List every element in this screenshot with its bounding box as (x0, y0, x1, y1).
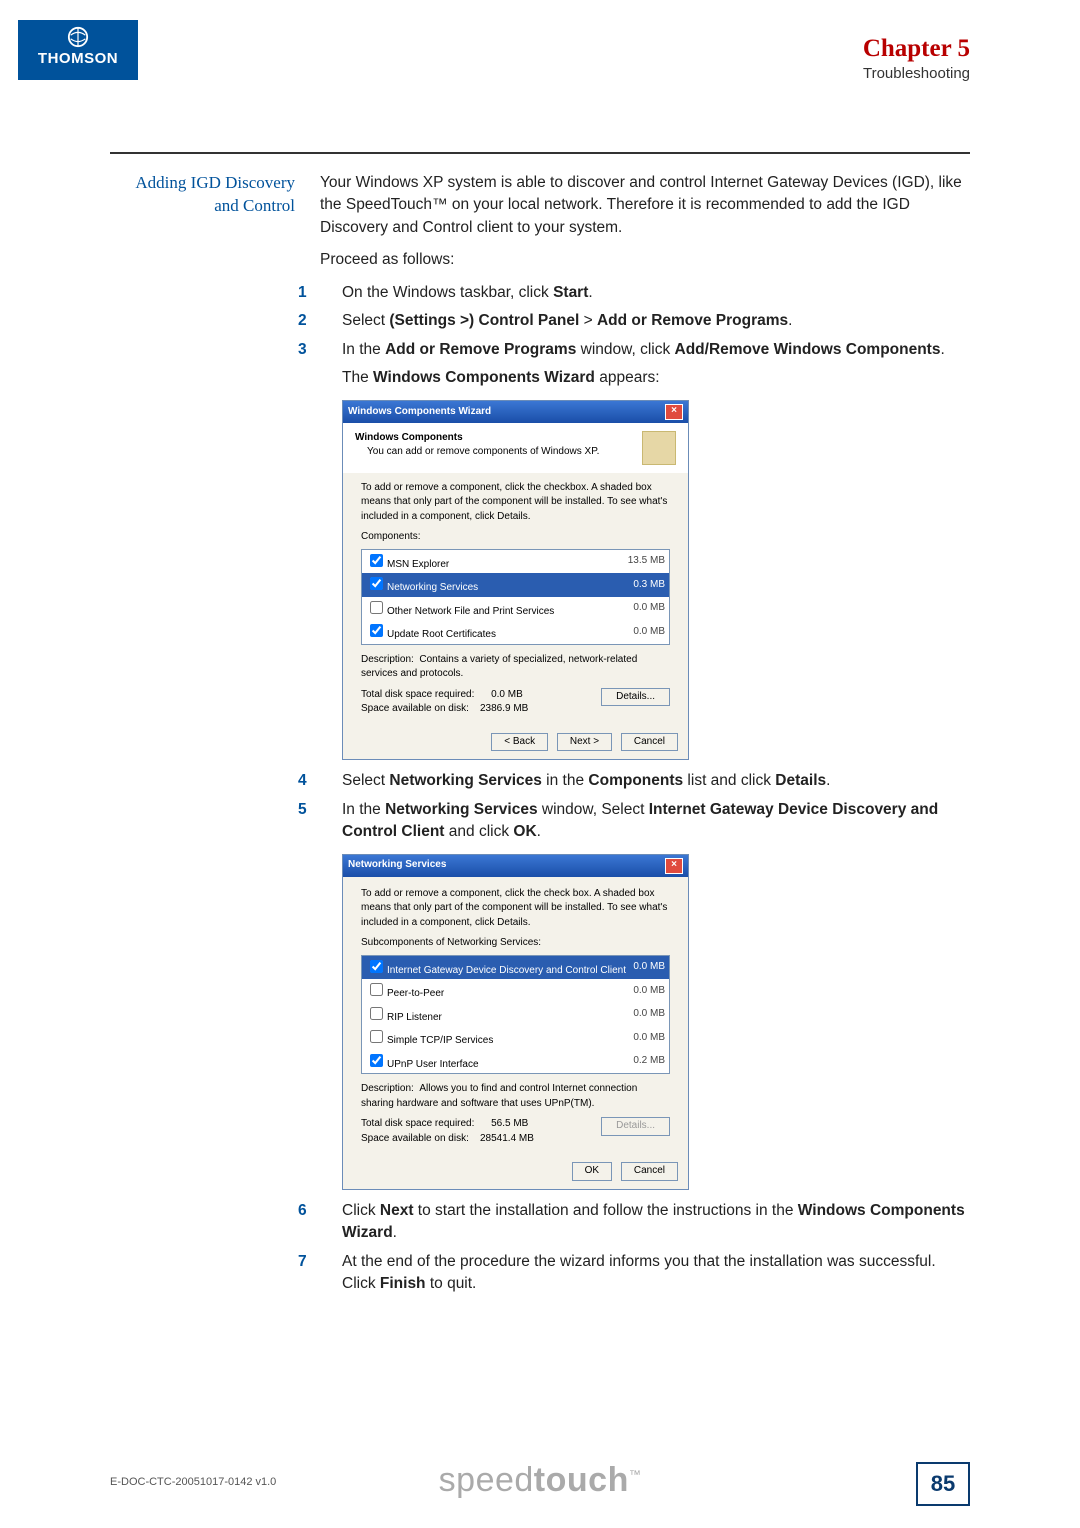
back-button[interactable]: < Back (491, 733, 548, 752)
list-item-selected[interactable]: Networking Services0.3 MB (362, 573, 669, 597)
document-id: E-DOC-CTC-20051017-0142 v1.0 (110, 1476, 276, 1488)
wizard2-titlebar: Networking Services × (343, 855, 688, 877)
list-item[interactable]: Update Root Certificates0.0 MB (362, 620, 669, 644)
wizard2-description: Description: Allows you to find and cont… (361, 1082, 670, 1111)
chapter-subtitle: Troubleshooting (110, 65, 970, 82)
checkbox-icon[interactable] (370, 1030, 383, 1043)
close-icon[interactable]: × (665, 858, 683, 874)
checkbox-icon[interactable] (370, 554, 383, 567)
wizard2-explain: To add or remove a component, click the … (361, 887, 670, 931)
wizard1-titlebar: Windows Components Wizard × (343, 401, 688, 423)
section-rule (110, 152, 970, 154)
list-item[interactable]: Other Network File and Print Services0.0… (362, 597, 669, 621)
wizard-header-icon (642, 431, 676, 465)
step-7: 7At the end of the procedure the wizard … (320, 1251, 970, 1296)
list-item[interactable]: RIP Listener0.0 MB (362, 1003, 669, 1027)
cancel-button[interactable]: Cancel (621, 1162, 678, 1181)
wizard2-button-row: OK Cancel (343, 1156, 688, 1189)
wizard2-title: Networking Services (348, 858, 446, 873)
step-2: 2Select (Settings >) Control Panel > Add… (320, 310, 970, 332)
list-item[interactable]: Simple TCP/IP Services0.0 MB (362, 1026, 669, 1050)
wizard1-description: Description: Contains a variety of speci… (361, 653, 670, 682)
checkbox-icon[interactable] (370, 1054, 383, 1067)
wizard1-subheading: You can add or remove components of Wind… (367, 445, 599, 460)
close-icon[interactable]: × (665, 404, 683, 420)
cancel-button[interactable]: Cancel (621, 733, 678, 752)
speedtouch-logo: speedtouch™ (439, 1461, 642, 1500)
wizard1-explain: To add or remove a component, click the … (361, 481, 670, 525)
checkbox-icon[interactable] (370, 624, 383, 637)
list-item[interactable]: UPnP User Interface0.2 MB (362, 1050, 669, 1074)
brand-logo-tab: THOMSON (18, 20, 138, 80)
checkbox-icon[interactable] (370, 601, 383, 614)
chapter-title: Chapter 5 (110, 35, 970, 63)
subcomponents-list[interactable]: Internet Gateway Device Discovery and Co… (361, 955, 670, 1075)
windows-components-wizard: Windows Components Wizard × Windows Comp… (342, 400, 689, 761)
intro-paragraph: Your Windows XP system is able to discov… (320, 172, 970, 239)
step-5: 5In the Networking Services window, Sele… (320, 799, 970, 844)
subcomponents-label: Subcomponents of Networking Services: (361, 936, 670, 951)
list-item[interactable]: MSN Explorer13.5 MB (362, 550, 669, 574)
step-3: 3In the Add or Remove Programs window, c… (320, 339, 970, 361)
next-button[interactable]: Next > (557, 733, 612, 752)
wizard1-heading: Windows Components (355, 431, 599, 446)
components-label: Components: (361, 530, 670, 545)
step-1: 1On the Windows taskbar, click Start. (320, 282, 970, 304)
step-3-after: The Windows Components Wizard appears: (320, 367, 970, 389)
wizard1-button-row: < Back Next > Cancel (343, 727, 688, 760)
section-body: Your Windows XP system is able to discov… (320, 172, 970, 1296)
checkbox-icon[interactable] (370, 983, 383, 996)
step-6: 6Click Next to start the installation an… (320, 1200, 970, 1245)
components-list[interactable]: MSN Explorer13.5 MB Networking Services0… (361, 549, 670, 645)
page-number: 85 (916, 1462, 970, 1506)
thomson-globe-icon (67, 26, 89, 48)
list-item[interactable]: Peer-to-Peer0.0 MB (362, 979, 669, 1003)
details-button-disabled: Details... (601, 1117, 670, 1136)
networking-services-dialog: Networking Services × To add or remove a… (342, 854, 689, 1190)
list-item-selected[interactable]: Internet Gateway Device Discovery and Co… (362, 956, 669, 980)
ok-button[interactable]: OK (572, 1162, 612, 1181)
checkbox-icon[interactable] (370, 1007, 383, 1020)
details-button[interactable]: Details... (601, 688, 670, 707)
checkbox-icon[interactable] (370, 960, 383, 973)
wizard1-title: Windows Components Wizard (348, 405, 491, 420)
proceed-label: Proceed as follows: (320, 249, 970, 271)
step-4: 4Select Networking Services in the Compo… (320, 770, 970, 792)
section-heading: Adding IGD Discovery and Control (110, 172, 320, 1296)
brand-name: THOMSON (18, 50, 138, 67)
checkbox-icon[interactable] (370, 577, 383, 590)
